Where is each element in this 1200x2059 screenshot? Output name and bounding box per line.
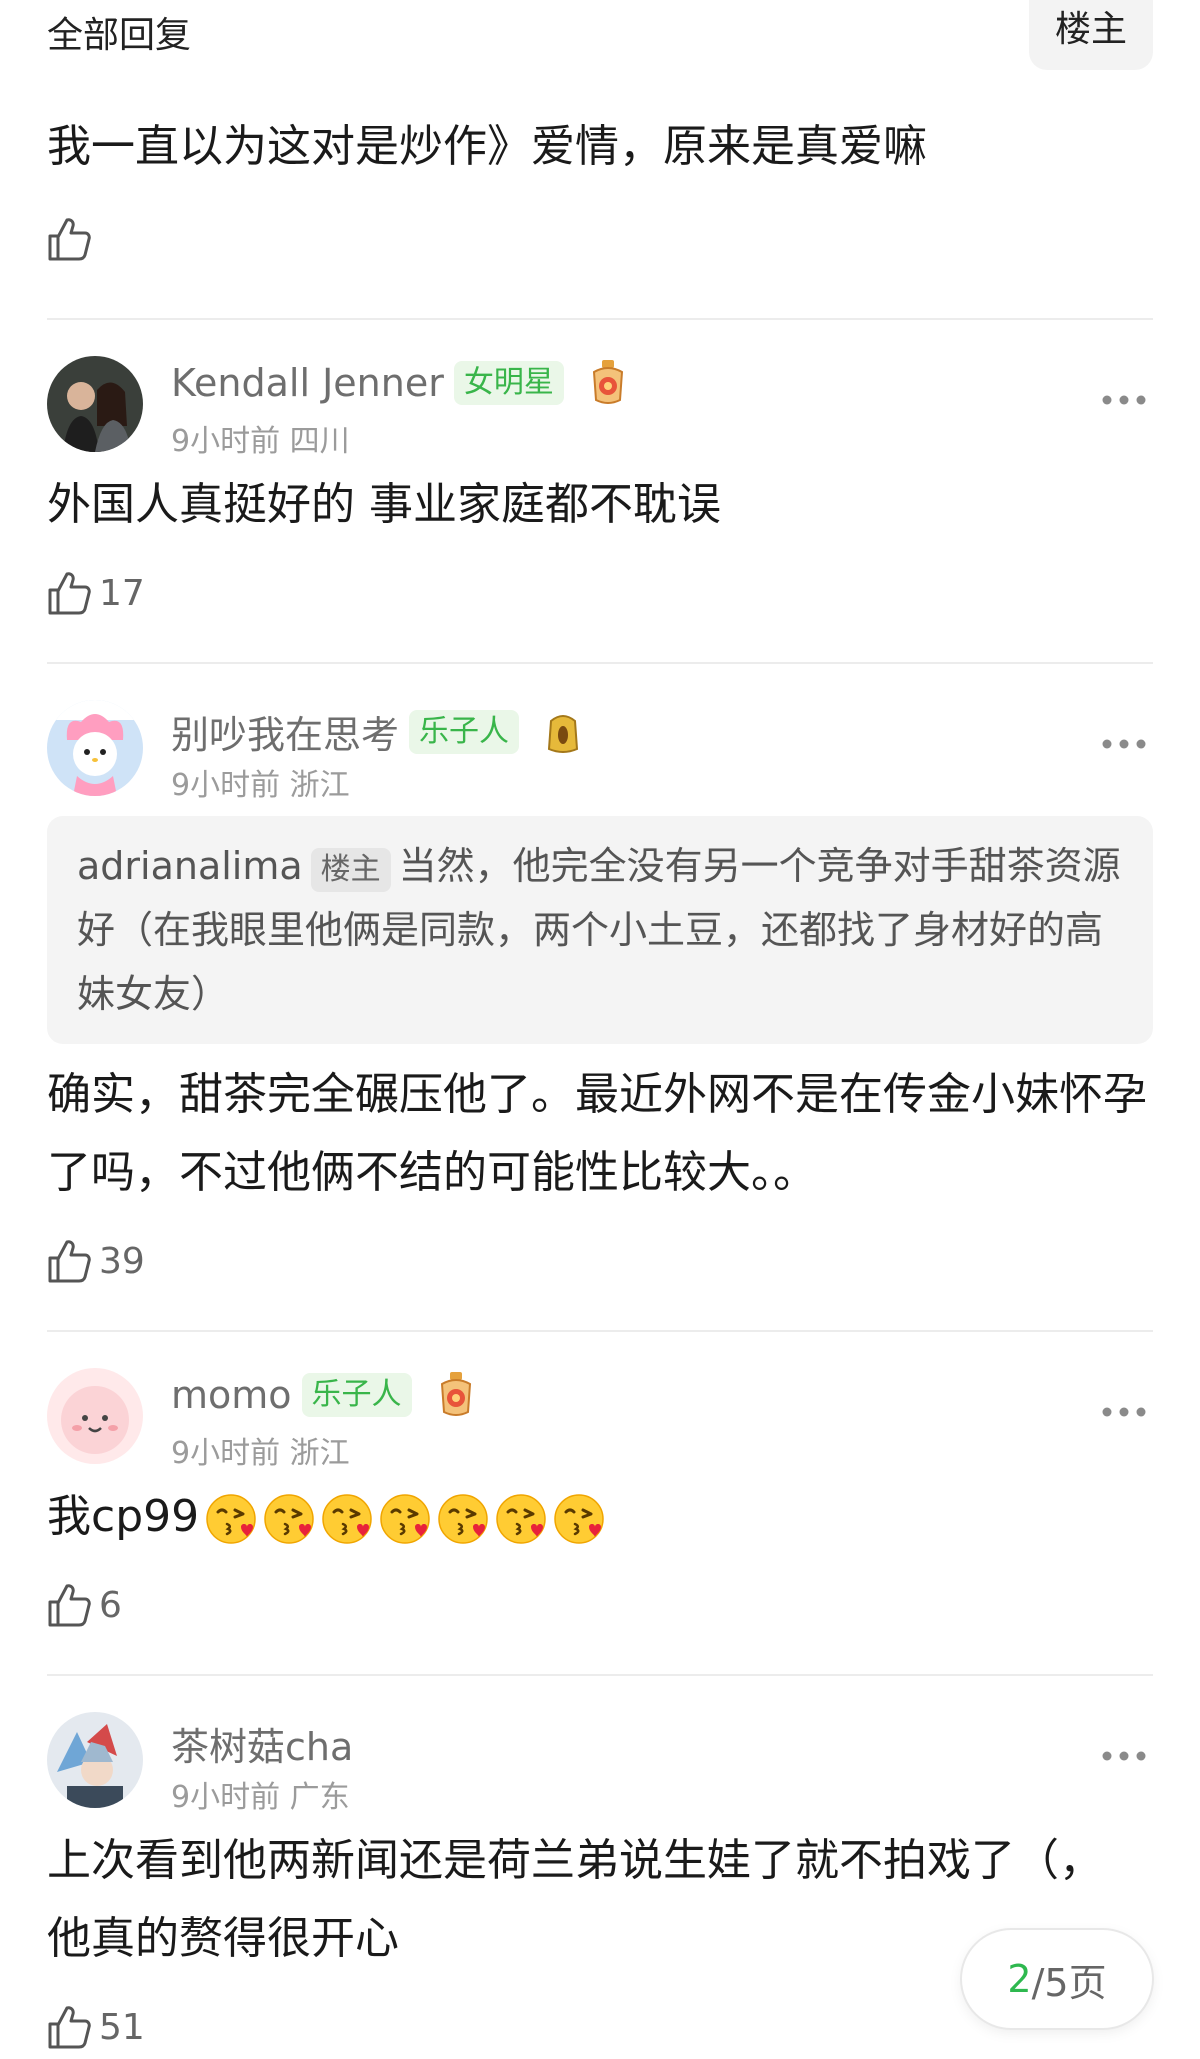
medal-icon — [547, 714, 579, 753]
section-title: 全部回复 — [47, 15, 192, 56]
medal-icon — [438, 1372, 474, 1418]
like-count: 17 — [99, 572, 145, 614]
page-indicator-button[interactable]: 2/5页 — [962, 1930, 1152, 2028]
quoted-username[interactable]: adrianalima — [77, 844, 303, 888]
op-only-filter-button[interactable]: 楼主 — [1029, 0, 1153, 70]
thumbs-up-icon — [47, 1582, 91, 1628]
comment-time: 9小时前 — [171, 424, 281, 459]
comment-time: 9小时前 — [171, 768, 281, 803]
like-button[interactable]: 6 — [47, 1576, 1153, 1634]
avatar[interactable] — [47, 700, 143, 796]
kissing-heart-emoji-icon — [553, 1493, 605, 1545]
comment-meta: 9小时前 四川 — [171, 416, 350, 460]
avatar[interactable] — [47, 356, 143, 452]
comment-time: 9小时前 — [171, 1436, 281, 1471]
op-badge: 楼主 — [310, 848, 391, 892]
username[interactable]: 别吵我在思考 — [171, 704, 399, 759]
comment-location: 浙江 — [289, 1436, 350, 1471]
username[interactable]: Kendall Jenner — [171, 361, 444, 405]
like-button[interactable]: 17 — [47, 564, 1153, 622]
comment-meta: 9小时前 浙江 — [171, 760, 350, 804]
kissing-heart-emoji-icon — [379, 1493, 431, 1545]
thumbs-up-icon — [47, 216, 91, 262]
like-count: 39 — [99, 1240, 145, 1282]
kissing-heart-emoji-icon — [437, 1493, 489, 1545]
user-title-badge: 乐子人 — [301, 1373, 412, 1417]
reply-text: 我一直以为这对是炒作》爱情，原来是真爱嘛 — [47, 121, 927, 172]
kissing-heart-emoji-icon — [321, 1493, 373, 1545]
comment-text: 确实，甜茶完全碾压他了。最近外网不是在传金小妹怀孕了吗，不过他俩不结的可能性比较… — [47, 1069, 1147, 1198]
more-options-icon[interactable] — [1101, 738, 1147, 750]
kissing-heart-emoji-icon — [263, 1493, 315, 1545]
more-options-icon[interactable] — [1101, 394, 1147, 406]
more-options-icon[interactable] — [1101, 1406, 1147, 1418]
comment-item: momo 乐子人 9小时前 浙江 我cp99 6 — [47, 1332, 1153, 1676]
avatar[interactable] — [47, 1368, 143, 1464]
kissing-heart-emoji-icon — [205, 1493, 257, 1545]
like-count: 51 — [99, 2006, 145, 2048]
comment-location: 浙江 — [289, 768, 350, 803]
thumbs-up-icon — [47, 570, 91, 616]
thumbs-up-icon — [47, 2004, 91, 2050]
comment-item: Kendall Jenner 女明星 9小时前 四川 外国人真挺好的 事业家庭都… — [47, 320, 1153, 664]
like-button[interactable]: 39 — [47, 1232, 1153, 1290]
user-title-badge: 女明星 — [453, 361, 564, 405]
quoted-reply[interactable]: adrianalima 楼主 当然，他完全没有另一个竞争对手甜茶资源好（在我眼里他俩… — [47, 816, 1153, 1044]
current-page: 2 — [1007, 1957, 1032, 2001]
comment-meta: 9小时前 浙江 — [171, 1428, 350, 1472]
like-count: 6 — [99, 1584, 122, 1626]
comment-text: 我cp99 — [47, 1491, 200, 1542]
more-options-icon[interactable] — [1101, 1750, 1147, 1762]
comment-text-row: 我cp99 — [47, 1478, 1153, 1556]
like-button[interactable] — [47, 210, 1153, 268]
username[interactable]: 茶树菇cha — [171, 1716, 353, 1771]
comment-location: 广东 — [289, 1780, 350, 1815]
kissing-heart-emoji-icon — [495, 1493, 547, 1545]
user-title-badge: 乐子人 — [409, 709, 520, 754]
username[interactable]: momo — [171, 1373, 292, 1417]
avatar[interactable] — [47, 1712, 143, 1808]
medal-icon — [590, 360, 626, 406]
comment-location: 四川 — [289, 424, 350, 459]
total-pages: /5页 — [1031, 1960, 1107, 2005]
comment-time: 9小时前 — [171, 1780, 281, 1815]
comment-item: 别吵我在思考 乐子人 9小时前 浙江 adrianalima 楼主 当然，他完全没有… — [47, 664, 1153, 1332]
thumbs-up-icon — [47, 1238, 91, 1284]
emoji-row — [205, 1493, 605, 1545]
comment-meta: 9小时前 广东 — [171, 1772, 350, 1816]
comment-text: 外国人真挺好的 事业家庭都不耽误 — [47, 479, 721, 530]
